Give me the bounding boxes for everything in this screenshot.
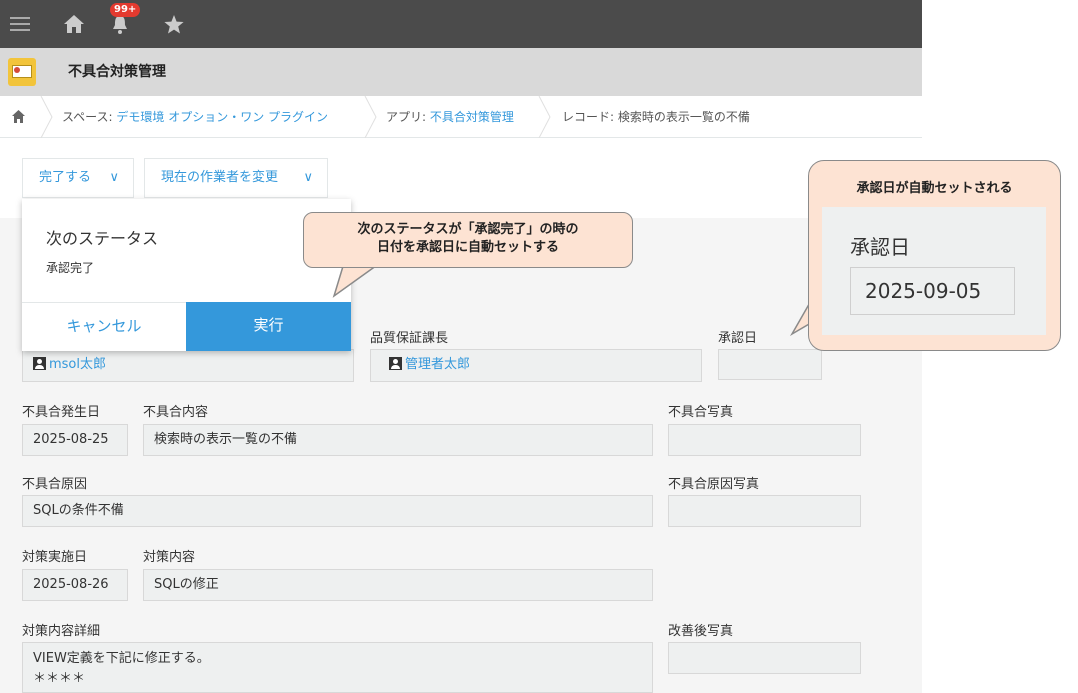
notification-badge: 99+	[110, 3, 141, 17]
approval-date-preview-label: 承認日	[850, 235, 910, 259]
defect-content-field: 検索時の表示一覧の不備	[143, 424, 653, 456]
next-status-value: 承認完了	[46, 261, 95, 275]
action-content-field: SQLの修正	[143, 569, 653, 601]
action-detail-field: VIEW定義を下記に修正する。 ＊＊＊＊	[22, 642, 653, 693]
defect-photo-label: 不具合写真	[668, 405, 734, 420]
app-header: 不具合対策管理	[0, 48, 922, 96]
popup-title: 次のステータス	[46, 229, 159, 248]
defect-cause-label: 不具合原因	[22, 477, 88, 492]
status-callout-line: 次のステータスが「承認完了」の時の	[357, 222, 579, 237]
reporter-link[interactable]: msol太郎	[49, 357, 106, 372]
improved-photo-field	[668, 642, 861, 674]
action-detail-line: VIEW定義を下記に修正する。	[33, 651, 210, 666]
execute-button[interactable]: 実行	[186, 302, 351, 351]
favorites-star-icon[interactable]	[154, 0, 194, 48]
breadcrumb-space[interactable]: スペース: デモ環境 オプション・ワン プラグイン	[62, 96, 328, 138]
breadcrumb-home-icon[interactable]	[12, 96, 25, 138]
callout-pointer-cover	[345, 262, 379, 267]
approval-date-label: 承認日	[718, 331, 758, 346]
defect-cause-photo-label: 不具合原因写真	[668, 477, 760, 492]
defect-content-label: 不具合内容	[143, 405, 209, 420]
breadcrumb-app-link[interactable]: 不具合対策管理	[430, 110, 514, 124]
change-assignee-button[interactable]: 現在の作業者を変更 ∨	[144, 158, 328, 198]
cancel-button[interactable]: キャンセル	[22, 302, 186, 351]
defect-date-field: 2025-08-25	[22, 424, 128, 456]
chevron-down-icon: ∨	[109, 170, 119, 185]
user-icon	[33, 357, 46, 370]
status-callout: 次のステータスが「承認完了」の時の 日付を承認日に自動セットする	[303, 212, 633, 268]
auto-set-callout: 承認日が自動セットされる 承認日 2025-09-05	[808, 160, 1061, 351]
app-title: 不具合対策管理	[68, 64, 166, 80]
action-detail-label: 対策内容詳細	[22, 624, 101, 639]
app-logo-icon	[8, 58, 36, 86]
approval-date-preview-value: 2025-09-05	[850, 267, 1015, 315]
action-detail-line: ＊＊＊＊	[33, 671, 86, 686]
breadcrumb-separator-icon	[40, 96, 53, 138]
breadcrumb-separator-icon	[538, 96, 551, 138]
status-change-popup: 次のステータス 承認完了 キャンセル 実行	[22, 199, 351, 351]
action-date-field: 2025-08-26	[22, 569, 128, 601]
status-callout-line: 日付を承認日に自動セットする	[376, 240, 559, 255]
breadcrumb-app[interactable]: アプリ: 不具合対策管理	[386, 96, 514, 138]
chevron-down-icon: ∨	[303, 170, 313, 185]
defect-photo-field	[668, 424, 861, 456]
callout-pointer-cover	[809, 300, 818, 324]
defect-date-label: 不具合発生日	[22, 405, 101, 420]
complete-action-button[interactable]: 完了する ∨	[22, 158, 134, 198]
qa-manager-link[interactable]: 管理者太郎	[405, 357, 470, 372]
breadcrumb-record: レコード: 検索時の表示一覧の不備	[562, 110, 750, 124]
user-icon	[389, 357, 402, 370]
action-date-label: 対策実施日	[22, 550, 88, 565]
breadcrumb-separator-icon	[364, 96, 377, 138]
qa-manager-field: 管理者太郎	[370, 349, 702, 382]
global-header: 99+	[0, 0, 922, 48]
defect-cause-photo-field	[668, 495, 861, 527]
action-content-label: 対策内容	[143, 550, 196, 565]
approval-date-field	[718, 349, 822, 380]
breadcrumb-space-link[interactable]: デモ環境 オプション・ワン プラグイン	[116, 110, 328, 124]
defect-cause-field: SQLの条件不備	[22, 495, 653, 527]
approval-date-preview: 承認日 2025-09-05	[822, 207, 1046, 335]
reporter-field: msol太郎	[22, 349, 354, 382]
home-icon[interactable]	[54, 0, 94, 48]
menu-icon[interactable]	[0, 0, 40, 48]
improved-photo-label: 改善後写真	[668, 624, 734, 639]
qa-manager-label: 品質保証課長	[370, 331, 449, 346]
breadcrumb: スペース: デモ環境 オプション・ワン プラグイン アプリ: 不具合対策管理 レ…	[0, 96, 922, 138]
auto-set-callout-title: 承認日が自動セットされる	[856, 181, 1013, 196]
